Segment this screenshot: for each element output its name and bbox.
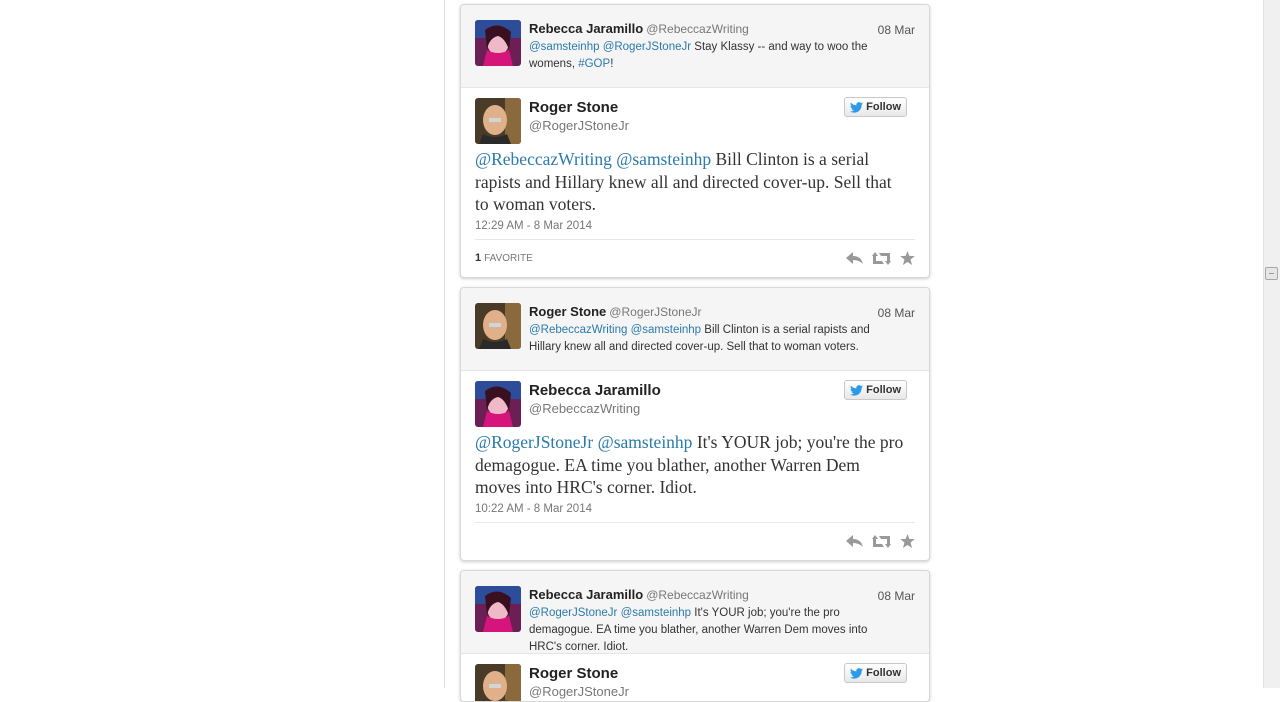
author-name[interactable]: Rebecca Jaramillo: [529, 382, 661, 399]
avatar[interactable]: [475, 98, 521, 144]
divider: [475, 522, 915, 523]
mention-link[interactable]: @samsteinhp: [529, 41, 599, 53]
parent-text-end: !: [610, 58, 614, 70]
favorite-star-icon[interactable]: [900, 251, 915, 265]
author-name[interactable]: Roger Stone: [529, 99, 618, 116]
mention-link[interactable]: @RogerJStoneJr: [475, 432, 593, 452]
parent-date[interactable]: 08 Mar: [878, 589, 915, 603]
tweet-card: Rebecca Jaramillo @RebeccazWriting 08 Mar…: [460, 570, 930, 702]
parent-author-handle[interactable]: @RebeccazWriting: [646, 588, 749, 602]
tweet-text: @RebeccazWriting @samsteinhp Bill Clinto…: [475, 148, 905, 216]
scrollbar-thumb[interactable]: [1265, 267, 1278, 280]
mention-link[interactable]: @RebeccazWriting: [475, 149, 612, 169]
retweet-icon[interactable]: [872, 534, 891, 548]
follow-button[interactable]: Follow: [844, 380, 907, 400]
author-handle[interactable]: @RebeccazWriting: [529, 401, 640, 416]
parent-author: Rebecca Jaramillo @RebeccazWriting: [529, 21, 749, 36]
twitter-bird-icon: [850, 384, 864, 396]
tweet-timestamp[interactable]: 10:22 AM - 8 Mar 2014: [475, 503, 592, 515]
twitter-bird-icon: [850, 667, 864, 679]
divider: [475, 239, 915, 240]
mention-link[interactable]: @samsteinhp: [631, 324, 701, 336]
tweet-timestamp[interactable]: 12:29 AM - 8 Mar 2014: [475, 220, 592, 232]
favorites-count: 1: [475, 252, 482, 264]
favorites-stat[interactable]: 1 FAVORITE: [475, 252, 533, 264]
main-tweet: Roger Stone @RogerJStoneJr Follow @Rebec…: [461, 88, 929, 277]
mention-link[interactable]: @samsteinhp: [616, 149, 711, 169]
tweet-card: Roger Stone @RogerJStoneJr 08 Mar @Rebecc…: [460, 287, 930, 561]
tweet-text: @RogerJStoneJr @samsteinhp It's YOUR job…: [475, 431, 905, 499]
mention-link[interactable]: @RogerJStoneJr: [529, 607, 617, 619]
retweet-icon[interactable]: [872, 251, 891, 265]
parent-tweet[interactable]: Rebecca Jaramillo @RebeccazWriting 08 Mar…: [461, 571, 929, 654]
mention-link[interactable]: @RebeccazWriting: [529, 324, 627, 336]
favorites-label: FAVORITE: [484, 253, 533, 264]
parent-date[interactable]: 08 Mar: [878, 306, 915, 320]
parent-author-name[interactable]: Rebecca Jaramillo: [529, 587, 643, 602]
parent-author-name[interactable]: Rebecca Jaramillo: [529, 21, 643, 36]
avatar[interactable]: [475, 586, 521, 632]
parent-tweet[interactable]: Rebecca Jaramillo @RebeccazWriting 08 Mar…: [461, 5, 929, 88]
follow-label: Follow: [866, 384, 901, 396]
avatar[interactable]: [475, 381, 521, 427]
parent-date[interactable]: 08 Mar: [878, 23, 915, 37]
tweet-card: Rebecca Jaramillo @RebeccazWriting 08 Mar…: [460, 4, 930, 278]
twitter-bird-icon: [850, 101, 864, 113]
parent-tweet[interactable]: Roger Stone @RogerJStoneJr 08 Mar @Rebecc…: [461, 288, 929, 371]
mention-link[interactable]: @samsteinhp: [598, 432, 693, 452]
parent-author-handle[interactable]: @RebeccazWriting: [646, 22, 749, 36]
parent-tweet-text: @RebeccazWriting @samsteinhp Bill Clinto…: [529, 322, 874, 356]
follow-button[interactable]: Follow: [844, 663, 907, 683]
reply-icon[interactable]: [846, 251, 863, 265]
reply-icon[interactable]: [846, 534, 863, 548]
follow-label: Follow: [866, 667, 901, 679]
tweet-actions: [846, 251, 915, 265]
page-divider: [444, 0, 445, 688]
parent-author: Rebecca Jaramillo @RebeccazWriting: [529, 587, 749, 602]
tweet-actions: [846, 534, 915, 548]
parent-tweet-text: @samsteinhp @RogerJStoneJr Stay Klassy -…: [529, 39, 874, 73]
avatar[interactable]: [475, 664, 521, 701]
parent-author-handle[interactable]: @RogerJStoneJr: [609, 305, 701, 319]
author-handle[interactable]: @RogerJStoneJr: [529, 118, 629, 133]
mention-link[interactable]: @RogerJStoneJr: [603, 41, 691, 53]
scrollbar[interactable]: [1263, 0, 1280, 688]
author-name[interactable]: Roger Stone: [529, 665, 618, 682]
avatar[interactable]: [475, 20, 521, 66]
follow-button[interactable]: Follow: [844, 97, 907, 117]
favorite-star-icon[interactable]: [900, 534, 915, 548]
main-tweet: Rebecca Jaramillo @RebeccazWriting Follo…: [461, 371, 929, 560]
hashtag-link[interactable]: #GOP: [578, 58, 610, 70]
parent-tweet-text: @RogerJStoneJr @samsteinhp It's YOUR job…: [529, 605, 874, 656]
follow-label: Follow: [866, 101, 901, 113]
main-tweet: Roger Stone @RogerJStoneJr Follow: [461, 654, 929, 701]
parent-author: Roger Stone @RogerJStoneJr: [529, 304, 702, 319]
mention-link[interactable]: @samsteinhp: [621, 607, 691, 619]
parent-author-name[interactable]: Roger Stone: [529, 304, 606, 319]
author-handle[interactable]: @RogerJStoneJr: [529, 684, 629, 699]
avatar[interactable]: [475, 303, 521, 349]
